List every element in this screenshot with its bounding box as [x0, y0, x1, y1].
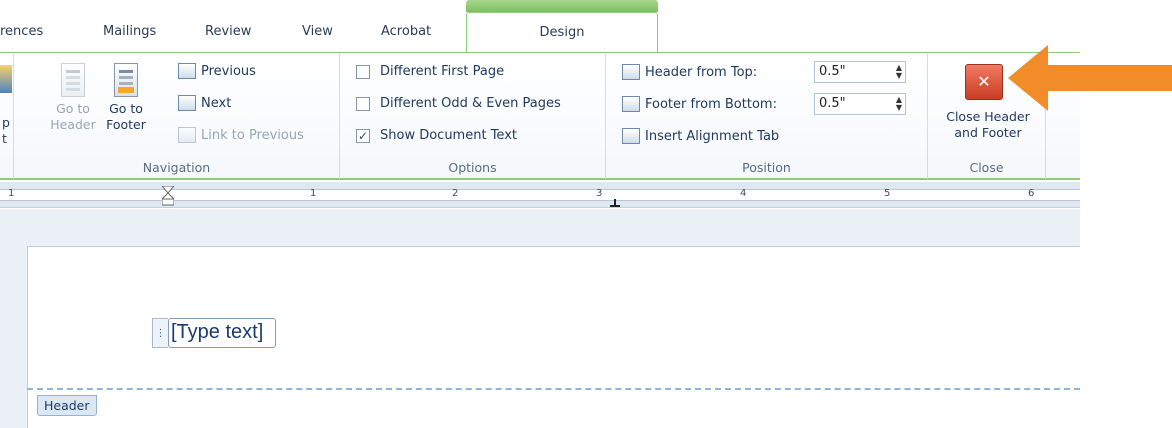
header-position-icon	[622, 64, 640, 80]
partial-button-label: p t	[2, 115, 10, 147]
previous-section-icon	[178, 63, 196, 79]
show-document-text-label: Show Document Text	[380, 128, 517, 143]
header-page-icon	[61, 63, 85, 97]
tab-design-label: Design	[539, 25, 585, 40]
options-group-label: Options	[448, 160, 497, 175]
next-label: Next	[201, 95, 232, 111]
different-odd-even-checkbox[interactable]	[356, 96, 370, 111]
close-label-line-2: and Footer	[954, 125, 1022, 140]
navigation-group-label: Navigation	[142, 160, 211, 175]
different-first-page-option[interactable]: Different First Page	[356, 64, 504, 79]
footer-position-icon	[622, 96, 640, 112]
go-to-header-label-2: Header	[50, 117, 96, 132]
footer-page-icon	[114, 63, 138, 97]
tab-design[interactable]: Design	[466, 12, 658, 54]
show-document-text-checkbox[interactable]: ✓	[356, 128, 370, 143]
next-section-icon	[178, 95, 196, 111]
contextual-tab-header	[466, 0, 658, 12]
close-header-footer-label[interactable]: Close Header and Footer	[934, 109, 1042, 141]
type-text-placeholder[interactable]: [Type text]	[168, 318, 277, 348]
header-tag: Header	[37, 395, 97, 416]
ruler-number: 2	[452, 188, 459, 199]
tab-references[interactable]: rences	[0, 24, 43, 39]
partial-icon	[0, 65, 12, 93]
tab-mailings[interactable]: Mailings	[103, 24, 156, 39]
tab-view[interactable]: View	[302, 24, 333, 39]
go-to-footer-label-1: Go to	[109, 101, 143, 116]
footer-from-bottom-value: 0.5"	[819, 96, 846, 111]
spinner-arrows-icon[interactable]: ▲ ▼	[896, 64, 902, 80]
ribbon-tabs: rences Mailings Review View Acrobat Desi…	[0, 0, 1080, 54]
header-content-control[interactable]: ⋮ [Type text]	[152, 318, 277, 348]
close-header-footer-button[interactable]: ✕	[965, 64, 1003, 100]
next-button[interactable]: Next	[178, 95, 231, 111]
ruler-number: 6	[1028, 188, 1035, 199]
content-control-handle-icon[interactable]: ⋮	[152, 318, 168, 348]
partial-label-line-2: t	[2, 131, 7, 146]
right-margin-blank	[1080, 182, 1172, 428]
tab-review[interactable]: Review	[205, 24, 251, 39]
ruler-number: 3	[596, 188, 603, 199]
header-boundary-line	[27, 388, 1080, 390]
different-first-page-checkbox[interactable]	[356, 64, 370, 79]
position-group-label: Position	[742, 160, 791, 175]
alignment-tab-icon	[622, 128, 640, 144]
close-icon: ✕	[977, 72, 991, 91]
options-group: Different First Page Different Odd & Eve…	[340, 53, 606, 179]
header-from-top-input[interactable]: 0.5" ▲ ▼	[814, 61, 906, 83]
ruler-number: 5	[884, 188, 891, 199]
footer-from-bottom-label: Footer from Bottom:	[645, 96, 777, 112]
different-odd-even-option[interactable]: Different Odd & Even Pages	[356, 96, 561, 111]
header-from-top-label: Header from Top:	[645, 64, 758, 80]
position-group: Header from Top: 0.5" ▲ ▼ Footer from Bot…	[606, 53, 928, 179]
indent-marker-icon[interactable]	[160, 185, 176, 206]
ruler-number: 4	[740, 188, 747, 199]
footer-from-bottom: Footer from Bottom:	[622, 96, 777, 112]
partial-label-line-1: p	[2, 115, 10, 130]
ruler-number: 1	[8, 188, 15, 199]
close-group-label: Close	[969, 160, 1004, 175]
partial-group: p t	[0, 53, 14, 179]
previous-label: Previous	[201, 63, 256, 79]
different-first-page-label: Different First Page	[380, 64, 505, 79]
orange-arrow-annotation	[1008, 45, 1172, 111]
spinner-arrows-icon[interactable]: ▲ ▼	[896, 96, 902, 112]
header-from-top-value: 0.5"	[819, 64, 846, 79]
link-icon	[178, 127, 196, 143]
insert-alignment-tab-button[interactable]: Insert Alignment Tab	[622, 128, 779, 144]
show-document-text-option[interactable]: ✓ Show Document Text	[356, 128, 517, 143]
insert-alignment-tab-label: Insert Alignment Tab	[645, 128, 780, 144]
ribbon: p t Go to Header Go to Footer Previous N…	[0, 52, 1080, 180]
previous-button[interactable]: Previous	[178, 63, 256, 79]
horizontal-ruler[interactable]: 1 1 2 3 4 5 6	[0, 182, 1080, 208]
navigation-group: Go to Header Go to Footer Previous Next …	[14, 53, 340, 179]
footer-from-bottom-input[interactable]: 0.5" ▲ ▼	[814, 93, 906, 115]
go-to-header-label-1: Go to	[56, 101, 90, 116]
link-to-previous-label: Link to Previous	[201, 127, 304, 143]
go-to-header-button[interactable]: Go to Header	[50, 63, 96, 133]
tab-stop-icon[interactable]	[610, 196, 620, 207]
go-to-footer-button[interactable]: Go to Footer	[100, 63, 152, 133]
different-odd-even-label: Different Odd & Even Pages	[380, 96, 561, 111]
header-from-top: Header from Top:	[622, 64, 757, 80]
ruler-number: 1	[310, 188, 317, 199]
link-to-previous-button[interactable]: Link to Previous	[178, 127, 304, 143]
go-to-footer-label-2: Footer	[106, 117, 146, 132]
close-label-line-1: Close Header	[946, 109, 1030, 124]
tab-acrobat[interactable]: Acrobat	[381, 24, 431, 39]
